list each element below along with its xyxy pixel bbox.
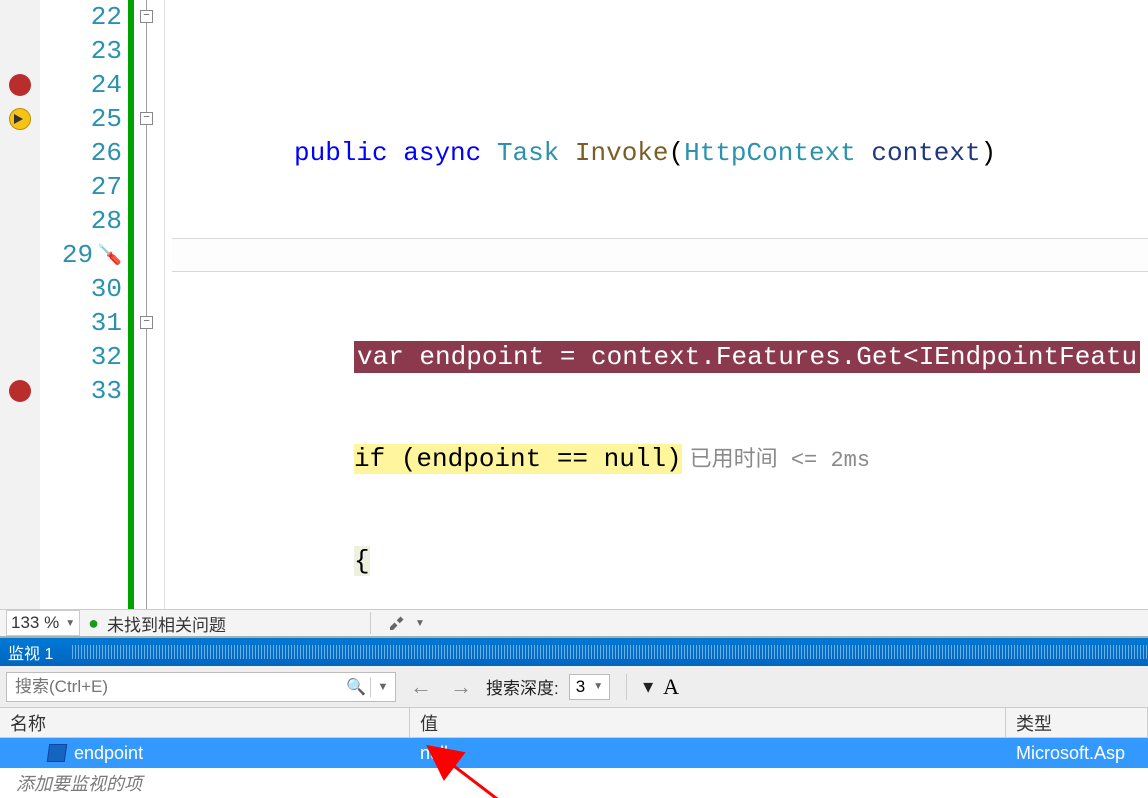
watch-search[interactable]: 🔍 ▼ [6, 672, 396, 702]
search-depth-dropdown[interactable]: 3 ▼ [569, 674, 610, 700]
chevron-down-icon[interactable]: ▼ [415, 618, 425, 629]
perf-tip[interactable]: 已用时间 <= 2ms [690, 448, 870, 473]
watch-toolbar: 🔍 ▼ ← → 搜索深度: 3 ▼ ▾ A [0, 666, 1148, 708]
executed-code-highlight: var endpoint = context.Features.Get<IEnd… [354, 341, 1140, 373]
cleanup-icon[interactable] [387, 612, 405, 635]
outline-gutter[interactable]: − − − [136, 0, 172, 609]
watch-var-type: Microsoft.Asp [1006, 738, 1148, 768]
watch-panel-title[interactable]: 监视 1 [0, 638, 1148, 666]
fold-toggle-icon[interactable]: − [140, 10, 153, 23]
watch-row[interactable]: endpoint null Microsoft.Asp [0, 738, 1148, 768]
col-header-name[interactable]: 名称 [0, 708, 410, 737]
filter-icon[interactable]: ▾ [643, 674, 653, 699]
zoom-dropdown[interactable]: 133 %▼ [6, 610, 80, 636]
quick-action-icon[interactable]: 🪛 [97, 242, 122, 268]
chevron-down-icon: ▼ [65, 618, 75, 629]
watch-var-value: null [410, 738, 1006, 768]
chevron-down-icon[interactable]: ▼ [371, 681, 395, 693]
nav-back-button[interactable]: ← [406, 674, 436, 700]
watch-grid[interactable]: 名称 值 类型 endpoint null Microsoft.Asp 添加要监… [0, 708, 1148, 798]
chevron-down-icon: ▼ [593, 681, 603, 692]
watch-panel: 监视 1 🔍 ▼ ← → 搜索深度: 3 ▼ ▾ A 名称 值 [0, 636, 1148, 798]
line-number-gutter: 22 23 24 25 26 27 28 29🪛 30 31 32 33 [40, 0, 126, 609]
current-statement-icon[interactable] [9, 108, 31, 130]
nav-forward-button[interactable]: → [446, 674, 476, 700]
code-editor[interactable]: 22 23 24 25 26 27 28 29🪛 30 31 32 33 − −… [0, 0, 1148, 609]
change-tracking-bar [126, 0, 136, 609]
current-line-highlight: if (endpoint == null) [354, 444, 682, 474]
breakpoint-gutter[interactable] [0, 0, 40, 609]
breakpoint-icon[interactable] [9, 74, 31, 96]
fold-toggle-icon[interactable]: − [140, 112, 153, 125]
col-header-type[interactable]: 类型 [1006, 708, 1148, 737]
editor-status-bar: 133 %▼ ● 未找到相关问题 ▼ [0, 609, 1148, 636]
search-icon[interactable]: 🔍 [342, 677, 370, 697]
object-icon [47, 744, 68, 762]
col-header-value[interactable]: 值 [410, 708, 1006, 737]
code-area[interactable]: public async Task Invoke(HttpContext con… [172, 0, 1148, 609]
search-depth-label: 搜索深度: [486, 674, 559, 699]
text-format-icon[interactable]: A [663, 674, 679, 700]
watch-add-row[interactable]: 添加要监视的项 [0, 768, 1148, 798]
error-list-summary[interactable]: 未找到相关问题 [107, 611, 226, 636]
check-circle-icon: ● [88, 613, 99, 634]
search-input[interactable] [7, 673, 342, 701]
watch-grid-header: 名称 值 类型 [0, 708, 1148, 738]
fold-toggle-icon[interactable]: − [140, 316, 153, 329]
watch-var-name: endpoint [74, 743, 143, 764]
breakpoint-icon[interactable] [9, 380, 31, 402]
